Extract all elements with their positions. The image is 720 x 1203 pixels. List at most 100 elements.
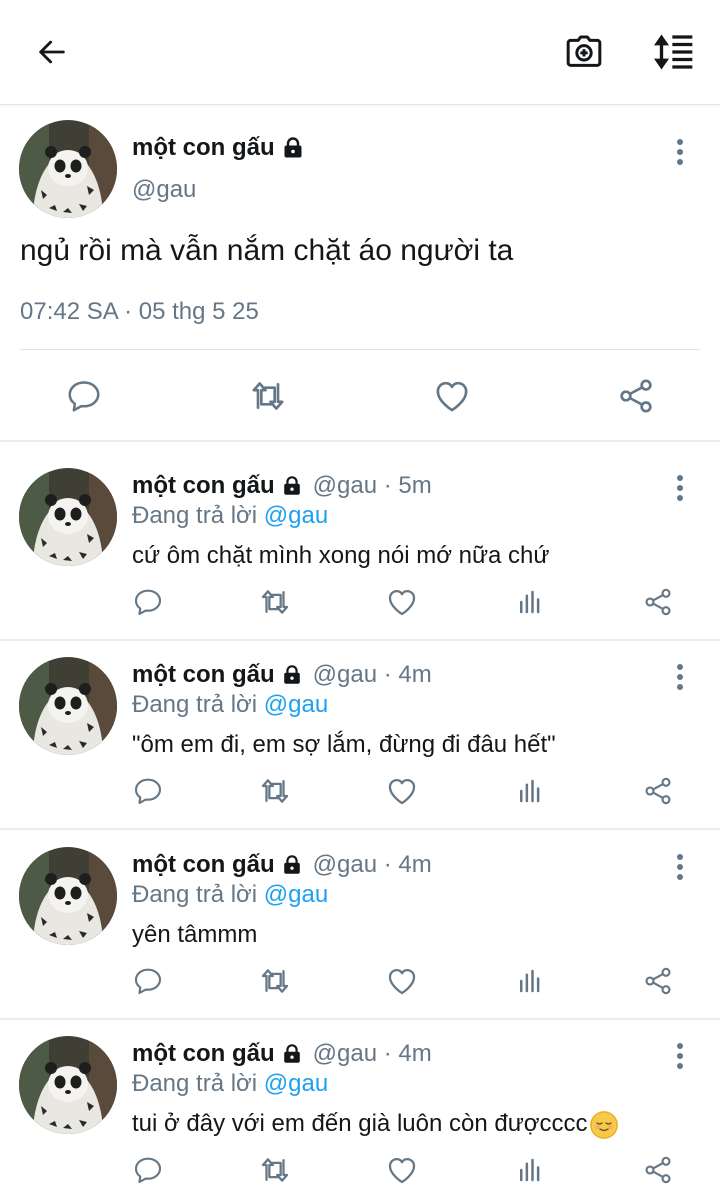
reply-tweet[interactable]: một con gấu @gau · 4m Đang trả lời @gau … [0, 657, 720, 845]
top-app-bar [0, 0, 720, 105]
share-icon [616, 376, 656, 416]
handle-time: @gau · 5m [312, 472, 432, 499]
author-handle[interactable]: @gau [132, 176, 196, 204]
reply-button[interactable] [128, 961, 168, 1001]
like-button[interactable] [382, 1150, 422, 1190]
retweet-button[interactable] [255, 961, 295, 1001]
more-options-button[interactable] [665, 132, 695, 172]
avatar[interactable] [19, 1036, 117, 1134]
reply-tweet[interactable]: một con gấu @gau · 4m Đang trả lời @gau … [0, 847, 720, 1035]
handle-time: @gau · 4m [312, 1040, 432, 1067]
relieved-face-emoji-icon [589, 1110, 618, 1139]
analytics-button[interactable] [510, 961, 550, 1001]
tweet-text: yên tâmmm [132, 921, 258, 948]
retweet-button[interactable] [244, 372, 292, 420]
author-name[interactable]: một con gấu [132, 472, 303, 500]
replying-to-handle[interactable]: @gau [264, 1070, 328, 1097]
more-options-button[interactable] [665, 657, 695, 697]
back-button[interactable] [28, 28, 76, 76]
divider [0, 828, 720, 830]
author-name-label: một con gấu [132, 661, 275, 688]
author-name[interactable]: một con gấu [132, 851, 303, 879]
reply-icon [132, 586, 164, 618]
reply-icon [132, 775, 164, 807]
heart-icon [385, 1153, 419, 1187]
retweet-icon [258, 1153, 292, 1187]
share-button[interactable] [638, 771, 678, 811]
author-name-label: một con gấu [132, 1040, 275, 1067]
replying-prefix: Đang trả lời [132, 1070, 258, 1097]
replying-to-handle[interactable]: @gau [264, 502, 328, 529]
avatar[interactable] [19, 847, 117, 945]
main-tweet[interactable]: một con gấu @gau ngủ rồi mà vẫn nắm chặt… [0, 106, 720, 440]
action-bar [0, 578, 720, 624]
replying-prefix: Đang trả lời [132, 502, 258, 529]
camera-plus-icon [566, 35, 602, 67]
share-icon [642, 965, 674, 997]
author-name[interactable]: một con gấu [132, 1040, 303, 1068]
more-options-button[interactable] [665, 468, 695, 508]
heart-icon [385, 774, 419, 808]
share-button[interactable] [638, 582, 678, 622]
author-name[interactable]: một con gấu [132, 661, 303, 689]
analytics-button[interactable] [510, 771, 550, 811]
share-icon [642, 1154, 674, 1186]
reply-button[interactable] [128, 1150, 168, 1190]
avatar[interactable] [19, 468, 117, 566]
author-name-label: một con gấu [132, 134, 275, 161]
like-button[interactable] [382, 771, 422, 811]
retweet-button[interactable] [255, 771, 295, 811]
like-button[interactable] [428, 372, 476, 420]
heart-icon [432, 376, 472, 416]
divider [20, 349, 700, 350]
tweet-text: cứ ôm chặt mình xong nói mớ nữa chứ [132, 542, 550, 569]
avatar[interactable] [19, 120, 117, 218]
share-icon [642, 586, 674, 618]
reply-icon [132, 1154, 164, 1186]
retweet-button[interactable] [255, 1150, 295, 1190]
share-button[interactable] [612, 372, 660, 420]
divider [0, 440, 720, 442]
author-name-label: một con gấu [132, 851, 275, 878]
replying-prefix: Đang trả lời [132, 691, 258, 718]
sort-lines-icon [654, 34, 693, 70]
retweet-icon [258, 964, 292, 998]
share-button[interactable] [638, 1150, 678, 1190]
handle-time: @gau · 4m [312, 661, 432, 688]
sort-button[interactable] [650, 28, 698, 76]
reply-icon [132, 965, 164, 997]
like-button[interactable] [382, 582, 422, 622]
reply-tweet[interactable]: một con gấu @gau · 4m Đang trả lời @gau … [0, 1036, 720, 1203]
lock-icon [281, 136, 305, 160]
like-button[interactable] [382, 961, 422, 1001]
share-button[interactable] [638, 961, 678, 1001]
author-name-label: một con gấu [132, 472, 275, 499]
action-bar [0, 1146, 720, 1192]
reply-header: một con gấu @gau · 4m [132, 851, 432, 879]
replying-to-handle[interactable]: @gau [264, 691, 328, 718]
reply-tweet[interactable]: một con gấu @gau · 5m Đang trả lời @gau … [0, 468, 720, 656]
lock-icon [281, 854, 303, 876]
author-name[interactable]: một con gấu [132, 134, 305, 162]
stats-icon [515, 587, 545, 617]
reply-header: một con gấu @gau · 5m [132, 472, 432, 500]
camera-button[interactable] [560, 28, 608, 76]
handle-time: @gau · 4m [312, 851, 432, 878]
replying-to-handle[interactable]: @gau [264, 881, 328, 908]
retweet-button[interactable] [255, 582, 295, 622]
analytics-button[interactable] [510, 582, 550, 622]
retweet-icon [258, 774, 292, 808]
action-bar [0, 767, 720, 813]
reply-button[interactable] [60, 372, 108, 420]
reply-button[interactable] [128, 582, 168, 622]
reply-button[interactable] [128, 771, 168, 811]
replying-to: Đang trả lời @gau [132, 502, 328, 530]
avatar[interactable] [19, 657, 117, 755]
heart-icon [385, 964, 419, 998]
more-options-button[interactable] [665, 1036, 695, 1076]
retweet-icon [248, 376, 288, 416]
reply-header: một con gấu @gau · 4m [132, 1040, 432, 1068]
analytics-button[interactable] [510, 1150, 550, 1190]
more-options-button[interactable] [665, 847, 695, 887]
lock-icon [281, 475, 303, 497]
